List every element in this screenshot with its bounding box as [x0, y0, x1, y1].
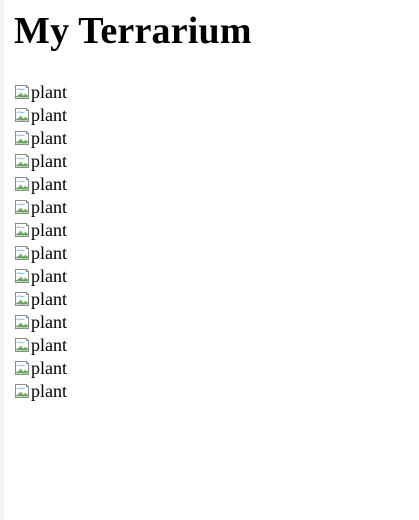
plant-item-5[interactable]: plant: [14, 172, 67, 195]
plant-item-13[interactable]: plant: [14, 356, 67, 379]
broken-image-icon: [15, 107, 29, 122]
plant-list: plant plant plant plant plant plant plan…: [14, 80, 67, 402]
broken-image-icon: [15, 268, 29, 283]
broken-image-icon: [15, 153, 29, 168]
plant-alt-text: plant: [31, 381, 67, 401]
plant-item-12[interactable]: plant: [14, 333, 67, 356]
plant-item-11[interactable]: plant: [14, 310, 67, 333]
broken-image-icon: [15, 337, 29, 352]
plant-item-4[interactable]: plant: [14, 149, 67, 172]
broken-image-icon: [15, 383, 29, 398]
plant-alt-text: plant: [31, 174, 67, 194]
broken-image-icon: [15, 199, 29, 214]
plant-item-8[interactable]: plant: [14, 241, 67, 264]
plant-alt-text: plant: [31, 151, 67, 171]
left-edge-strip: [0, 0, 4, 520]
plant-alt-text: plant: [31, 197, 67, 217]
plant-item-7[interactable]: plant: [14, 218, 67, 241]
plant-alt-text: plant: [31, 335, 67, 355]
plant-alt-text: plant: [31, 266, 67, 286]
broken-image-icon: [15, 245, 29, 260]
broken-image-icon: [15, 176, 29, 191]
broken-image-icon: [15, 84, 29, 99]
plant-alt-text: plant: [31, 128, 67, 148]
plant-item-10[interactable]: plant: [14, 287, 67, 310]
plant-item-3[interactable]: plant: [14, 126, 67, 149]
plant-alt-text: plant: [31, 312, 67, 332]
plant-item-6[interactable]: plant: [14, 195, 67, 218]
plant-item-9[interactable]: plant: [14, 264, 67, 287]
plant-item-2[interactable]: plant: [14, 103, 67, 126]
plant-item-1[interactable]: plant: [14, 80, 67, 103]
plant-alt-text: plant: [31, 289, 67, 309]
broken-image-icon: [15, 360, 29, 375]
plant-alt-text: plant: [31, 243, 67, 263]
broken-image-icon: [15, 222, 29, 237]
plant-alt-text: plant: [31, 82, 67, 102]
page-title: My Terrarium: [14, 10, 252, 52]
broken-image-icon: [15, 291, 29, 306]
plant-alt-text: plant: [31, 220, 67, 240]
broken-image-icon: [15, 314, 29, 329]
plant-item-14[interactable]: plant: [14, 379, 67, 402]
broken-image-icon: [15, 130, 29, 145]
plant-alt-text: plant: [31, 358, 67, 378]
plant-alt-text: plant: [31, 105, 67, 125]
